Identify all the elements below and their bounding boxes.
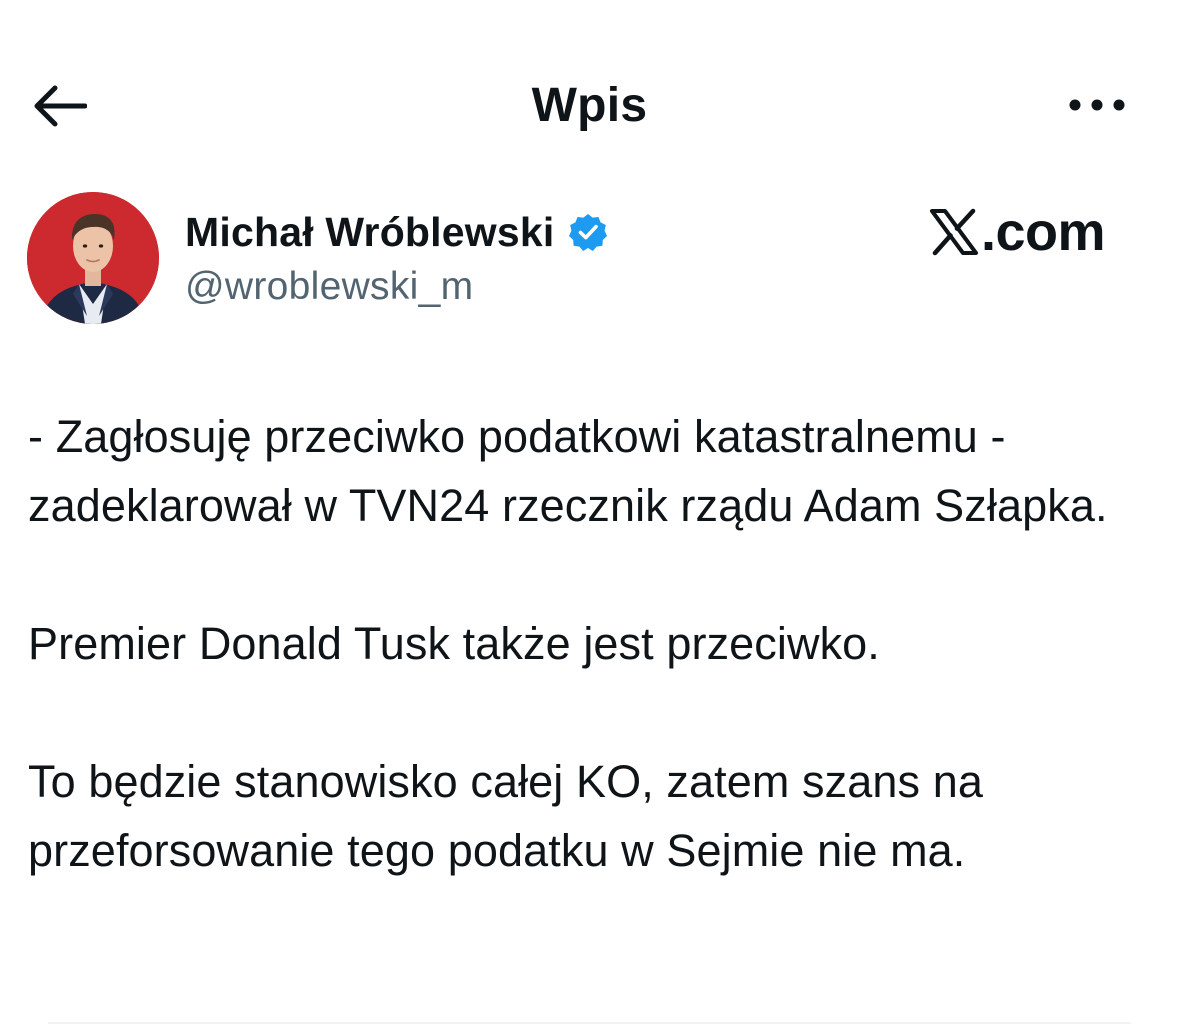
- tweet-paragraph: To będzie stanowisko całej KO, zatem sza…: [28, 756, 983, 876]
- display-name-row: Michał Wróblewski: [185, 206, 608, 258]
- avatar-photo: [27, 192, 159, 324]
- verified-badge-icon: [569, 214, 608, 251]
- avatar[interactable]: [27, 192, 159, 324]
- x-logo-icon: [930, 208, 978, 256]
- divider: [48, 1022, 1131, 1028]
- tweet-paragraph: - Zagłosuję przeciwko podatkowi katastra…: [28, 411, 1108, 531]
- tweet-author: Michał Wróblewski @wroblewski_m .com: [27, 192, 1157, 328]
- display-name[interactable]: Michał Wróblewski: [185, 206, 554, 258]
- source-watermark: .com: [929, 200, 1106, 264]
- top-navigation-bar: Wpis: [0, 0, 1179, 180]
- more-horizontal-icon: [1069, 99, 1125, 111]
- tweet-text: - Zagłosuję przeciwko podatkowi katastra…: [28, 402, 1158, 885]
- source-domain: .com: [981, 202, 1106, 262]
- user-handle[interactable]: @wroblewski_m: [185, 262, 473, 312]
- page-title: Wpis: [531, 79, 648, 132]
- more-options-button[interactable]: [1062, 80, 1132, 130]
- tweet-paragraph: Premier Donald Tusk także jest przeciwko…: [28, 618, 880, 669]
